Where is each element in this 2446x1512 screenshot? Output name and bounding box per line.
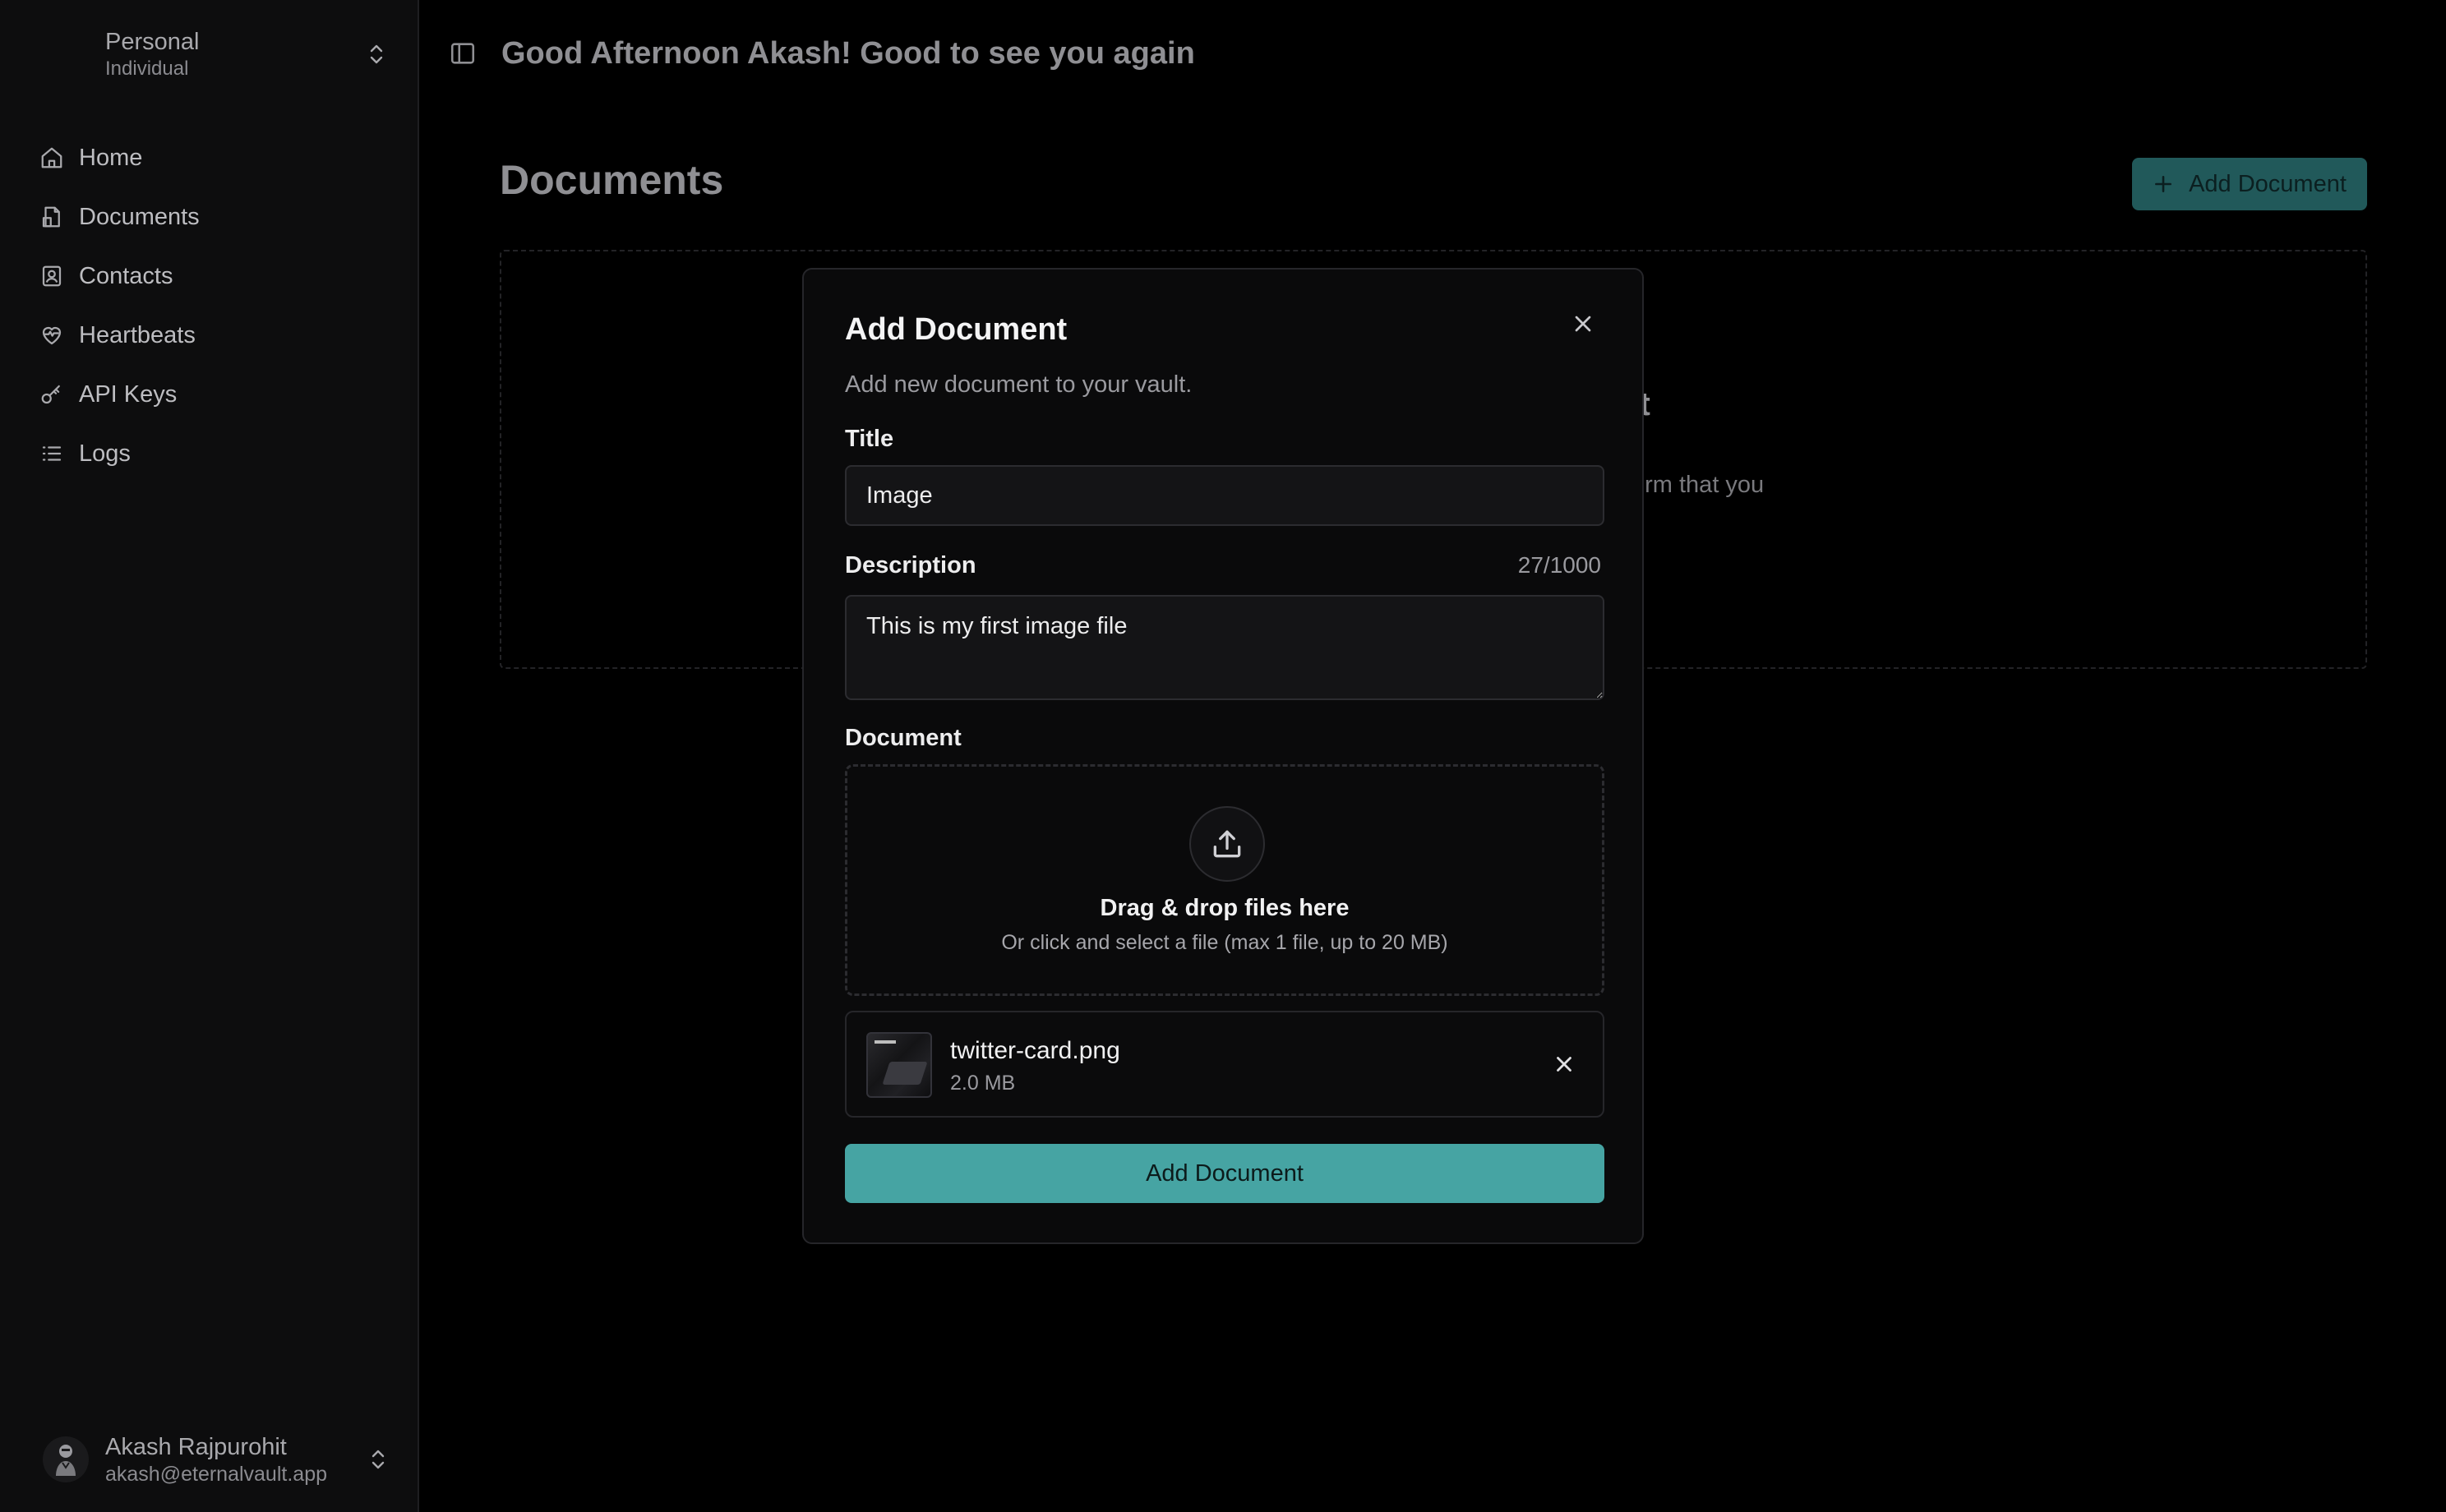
- document-label: Document: [845, 725, 962, 751]
- remove-file-icon[interactable]: [1552, 1052, 1576, 1076]
- dialog-subtitle: Add new document to your vault.: [845, 371, 1193, 398]
- file-name: twitter-card.png: [950, 1037, 1120, 1064]
- add-document-label: Add Document: [2189, 170, 2347, 197]
- title-input[interactable]: [845, 465, 1604, 526]
- chevron-up-down-icon: [370, 44, 383, 64]
- sidebar-item-logs[interactable]: Logs: [36, 424, 390, 483]
- workspace-type: Individual: [105, 58, 189, 80]
- selected-file: twitter-card.png 2.0 MB: [845, 1011, 1604, 1118]
- workspace-name: Personal: [105, 29, 200, 55]
- document-icon: [42, 206, 60, 228]
- sidebar-item-contacts[interactable]: Contacts: [36, 247, 390, 306]
- add-document-dialog: Add Document Add new document to your va…: [802, 268, 1644, 1244]
- chevron-up-down-icon: [372, 1450, 385, 1469]
- user-email: akash@eternalvault.app: [105, 1463, 327, 1486]
- file-dropzone[interactable]: Drag & drop files here Or click and sele…: [845, 764, 1604, 996]
- user-name: Akash Rajpurohit: [105, 1434, 287, 1460]
- avatar: [43, 1436, 89, 1482]
- contacts-icon: [42, 265, 62, 287]
- home-icon: [41, 147, 62, 168]
- user-menu[interactable]: Akash Rajpurohit akash@eternalvault.app: [43, 1428, 388, 1491]
- empty-state-subtext: orm that you: [1631, 472, 1765, 498]
- dropzone-heading: Drag & drop files here: [1100, 895, 1350, 921]
- description-textarea[interactable]: This is my first image file: [845, 595, 1604, 700]
- sidebar-item-api-keys[interactable]: API Keys: [36, 365, 390, 424]
- sidebar-item-label: Logs: [79, 440, 131, 467]
- heartbeat-icon: [42, 326, 62, 345]
- avatar-figure-icon: [56, 1445, 76, 1476]
- sidebar-item-label: Documents: [79, 203, 200, 230]
- key-icon: [41, 385, 60, 404]
- title-label: Title: [845, 426, 894, 452]
- workspace-switcher[interactable]: Personal Individual: [90, 25, 386, 84]
- upload-icon-wrapper: [1189, 806, 1265, 882]
- sidebar-item-documents[interactable]: Documents: [36, 187, 390, 247]
- list-icon: [42, 446, 62, 461]
- sidebar-item-label: Contacts: [79, 262, 173, 289]
- sidebar: Personal Individual Home Documents Conta…: [0, 0, 419, 1512]
- sidebar-item-home[interactable]: Home: [36, 128, 390, 187]
- dialog-title: Add Document: [845, 312, 1068, 347]
- sidebar-toggle-icon[interactable]: [449, 39, 477, 67]
- file-thumbnail: [866, 1032, 932, 1098]
- upload-icon: [1213, 830, 1241, 858]
- description-char-counter: 27/1000: [1517, 552, 1601, 578]
- sidebar-item-label: Heartbeats: [79, 321, 196, 348]
- submit-add-document-button[interactable]: Add Document: [845, 1144, 1604, 1203]
- page-title: Documents: [500, 157, 724, 203]
- topbar: Good Afternoon Akash! Good to see you ag…: [419, 0, 2446, 107]
- plus-icon: [2155, 176, 2172, 192]
- sidebar-item-heartbeats[interactable]: Heartbeats: [36, 306, 390, 365]
- sidebar-item-label: API Keys: [79, 380, 178, 408]
- dropzone-subtext: Or click and select a file (max 1 file, …: [1001, 931, 1448, 954]
- greeting-text: Good Afternoon Akash! Good to see you ag…: [501, 35, 1195, 71]
- description-label: Description: [845, 552, 976, 579]
- sidebar-nav: Home Documents Contacts Heartbeats API K…: [36, 128, 390, 483]
- workspace-names: Personal Individual: [90, 27, 199, 81]
- user-info: Akash Rajpurohit akash@eternalvault.app: [105, 1432, 368, 1487]
- sidebar-item-label: Home: [79, 144, 143, 171]
- file-size: 2.0 MB: [950, 1072, 1016, 1095]
- close-icon[interactable]: [1570, 311, 1596, 337]
- add-document-button[interactable]: Add Document: [2132, 158, 2367, 210]
- app-root: Personal Individual Home Documents Conta…: [0, 0, 2446, 1512]
